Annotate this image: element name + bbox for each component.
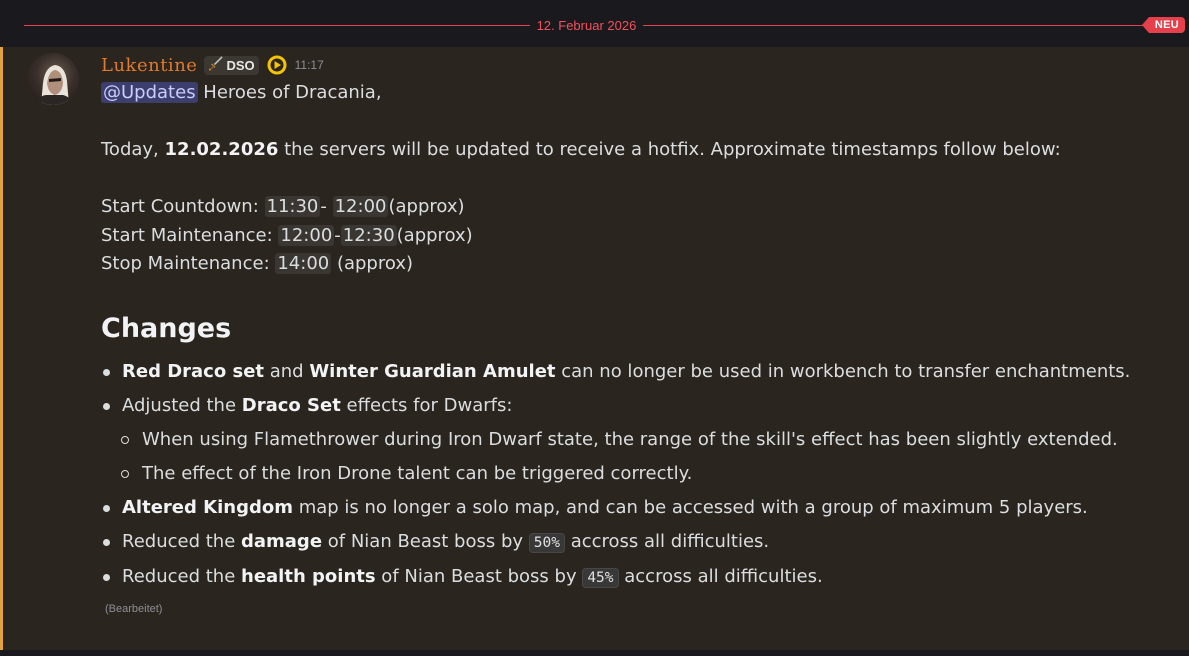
text: of Nian Beast boss by: [375, 565, 583, 587]
text: Reduced the: [122, 565, 241, 587]
list-item: Reduced the damage of Nian Beast boss by…: [101, 525, 1169, 560]
message[interactable]: Lukentine DSO 11:17 @Updates Heroes of D…: [0, 47, 1189, 650]
text: Adjusted the: [122, 394, 242, 416]
bold-text: Red Draco set: [122, 360, 265, 382]
timestamp-chip[interactable]: 14:00: [275, 253, 332, 274]
schedule-row: Start Maintenance: 12:00-12:30 (approx): [101, 222, 1169, 251]
bold-text: Winter Guardian Amulet: [309, 360, 556, 382]
intro-line: Today, 12.02.2026 the servers will be up…: [101, 136, 1169, 165]
new-badge: NEU: [1141, 17, 1186, 33]
bold-text: health points: [241, 565, 376, 587]
timestamp-chip[interactable]: 12:30: [340, 224, 397, 246]
sword-icon: [208, 55, 224, 75]
text: effects for Dwarfs:: [340, 394, 513, 416]
date-divider: 12. Februar 2026 NEU: [24, 14, 1189, 36]
timestamp-chip[interactable]: 12:00: [278, 224, 335, 246]
message-header: Lukentine DSO 11:17: [101, 53, 324, 77]
changes-list: Red Draco set and Winter Guardian Amulet…: [101, 355, 1169, 595]
text: can no longer be used in workbench to tr…: [555, 360, 1131, 382]
list-item: Adjusted the Draco Set effects for Dwarf…: [101, 389, 1169, 491]
bottom-strip: [0, 650, 1189, 656]
guild-tag-label: DSO: [226, 57, 255, 73]
list-item: Red Draco set and Winter Guardian Amulet…: [101, 355, 1169, 389]
bold-text: Draco Set: [241, 394, 341, 416]
text: accross all difficulties.: [564, 530, 770, 552]
inline-code: 45%: [582, 567, 619, 588]
schedule-label: Stop Maintenance:: [101, 253, 276, 274]
text: Reduced the: [122, 530, 241, 552]
text: of Nian Beast boss by: [322, 530, 529, 552]
inline-code: 50%: [528, 532, 565, 553]
schedule-row: Start Countdown: 11:30- 12:00 (approx): [101, 193, 1169, 222]
intro-date: 12.02.2026: [164, 139, 279, 160]
sub-list: When using Flamethrower during Iron Dwar…: [101, 423, 1169, 491]
list-item: Altered Kingdom map is no longer a solo …: [101, 491, 1169, 525]
timestamp-chip[interactable]: 12:00: [332, 196, 389, 217]
message-content: @Updates Heroes of Dracania, Today, 12.0…: [101, 79, 1169, 617]
role-mention[interactable]: @Updates: [101, 82, 198, 103]
play-badge-icon[interactable]: [267, 55, 287, 75]
schedule-suffix: (approx): [396, 224, 473, 246]
guild-tag[interactable]: DSO: [204, 55, 259, 75]
schedule-suffix: (approx): [388, 196, 465, 217]
sub-list-item: The effect of the Iron Drone talent can …: [101, 457, 1169, 491]
edited-label[interactable]: (Bearbeitet): [105, 601, 1169, 617]
username[interactable]: Lukentine: [101, 55, 197, 76]
avatar-image: [35, 65, 73, 105]
schedule-label: Start Maintenance:: [101, 224, 279, 246]
greeting-text: Heroes of Dracania,: [197, 82, 382, 103]
divider-line-right: [643, 24, 1149, 26]
bold-text: damage: [241, 530, 323, 552]
text: accross all difficulties.: [618, 565, 823, 587]
list-item: Reduced the health points of Nian Beast …: [101, 560, 1169, 595]
schedule-suffix: (approx): [331, 253, 413, 274]
text: and: [264, 360, 310, 382]
intro-post: the servers will be updated to receive a…: [278, 139, 1061, 160]
sub-list-item: When using Flamethrower during Iron Dwar…: [101, 423, 1169, 457]
schedule-row: Stop Maintenance: 14:00 (approx): [101, 250, 1169, 279]
avatar[interactable]: [27, 53, 79, 105]
text: map is no longer a solo map, and can be …: [292, 496, 1088, 518]
divider-date: 12. Februar 2026: [536, 17, 637, 33]
bold-text: Altered Kingdom: [122, 496, 293, 518]
divider-line-left: [24, 24, 530, 26]
greeting-line: @Updates Heroes of Dracania,: [101, 79, 1169, 108]
changes-heading: Changes: [101, 312, 232, 344]
schedule-label: Start Countdown:: [101, 196, 265, 217]
timestamp[interactable]: 11:17: [295, 58, 324, 72]
intro-pre: Today,: [101, 139, 165, 160]
schedule-sep: -: [320, 196, 333, 217]
timestamp-chip[interactable]: 11:30: [264, 196, 321, 217]
schedule-sep: -: [334, 224, 341, 246]
